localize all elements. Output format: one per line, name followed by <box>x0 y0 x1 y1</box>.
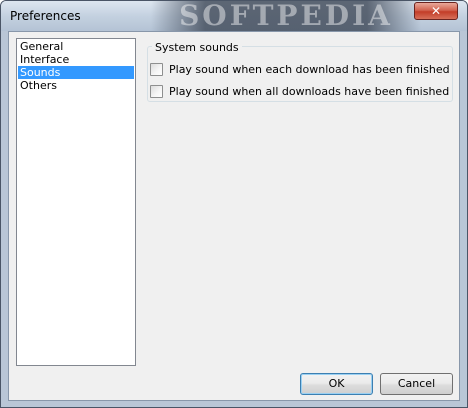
all-downloads-sound-checkbox[interactable] <box>150 84 163 98</box>
category-list[interactable]: General Interface Sounds Others <box>16 38 136 366</box>
close-button[interactable]: ✕ <box>414 2 458 20</box>
each-download-sound-checkbox[interactable] <box>150 62 163 76</box>
ok-button[interactable]: OK <box>300 373 373 395</box>
window-title: Preferences <box>10 9 81 23</box>
system-sounds-group-title: System sounds <box>152 41 242 54</box>
preferences-window: SOFTPEDIA Preferences ✕ General Interfac… <box>0 0 468 408</box>
title-bar[interactable]: SOFTPEDIA Preferences ✕ <box>1 1 467 31</box>
dialog-client-area: General Interface Sounds Others System s… <box>8 31 460 401</box>
each-download-sound-label[interactable]: Play sound when each download has been f… <box>169 63 450 76</box>
category-item-general[interactable]: General <box>18 40 134 53</box>
each-download-sound-option[interactable]: Play sound when each download has been f… <box>150 62 450 76</box>
all-downloads-sound-option[interactable]: Play sound when all downloads have been … <box>150 84 449 98</box>
softpedia-watermark: SOFTPEDIA <box>151 1 421 31</box>
category-item-interface[interactable]: Interface <box>18 53 134 66</box>
category-item-sounds[interactable]: Sounds <box>18 66 134 79</box>
cancel-button[interactable]: Cancel <box>380 373 453 395</box>
category-item-others[interactable]: Others <box>18 79 134 92</box>
close-icon: ✕ <box>430 4 442 18</box>
all-downloads-sound-label[interactable]: Play sound when all downloads have been … <box>169 85 449 98</box>
